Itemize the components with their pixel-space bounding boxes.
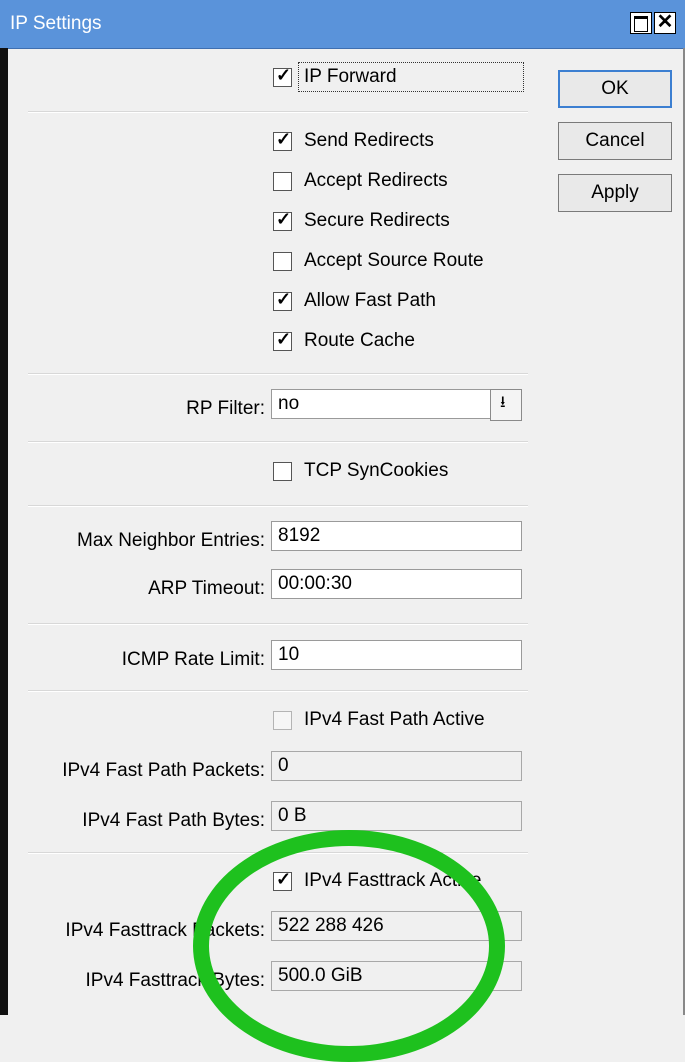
ipv4-fast-path-active-checkbox: ✓ <box>273 711 292 730</box>
tcp-syncookies-checkbox[interactable]: ✓ <box>273 462 292 481</box>
secure-redirects-checkbox[interactable]: ✓ <box>273 209 292 231</box>
close-button[interactable]: ✕ <box>654 11 676 34</box>
ipv4-fast-path-packets-value: 0 <box>271 751 522 781</box>
highlight-circle-annotation <box>193 830 505 1062</box>
cancel-button[interactable]: Cancel <box>558 122 672 160</box>
maximize-icon <box>634 16 648 32</box>
checkmark-icon: ✓ <box>276 329 292 349</box>
tcp-syncookies-label: TCP SynCookies <box>304 460 449 481</box>
arp-timeout-input[interactable]: 00:00:30 <box>271 569 522 599</box>
send-redirects-checkbox[interactable]: ✓ <box>273 129 292 151</box>
allow-fast-path-label: Allow Fast Path <box>304 290 436 311</box>
max-neighbor-entries-label: Max Neighbor Entries: <box>77 530 265 551</box>
checkmark-icon: ✓ <box>276 129 292 149</box>
apply-button[interactable]: Apply <box>558 174 672 212</box>
rp-filter-dropdown-button[interactable]: ⭳ <box>490 389 522 421</box>
checkmark-icon: ✓ <box>276 65 292 85</box>
checkmark-icon: ✓ <box>276 289 292 309</box>
rp-filter-select[interactable]: no <box>271 389 491 419</box>
checkmark-icon: ✓ <box>276 209 292 229</box>
accept-source-route-checkbox[interactable]: ✓ <box>273 252 292 271</box>
route-cache-label: Route Cache <box>304 330 415 351</box>
ip-forward-label: IP Forward <box>304 66 397 87</box>
separator <box>28 111 528 113</box>
arp-timeout-label: ARP Timeout: <box>148 578 265 599</box>
accept-redirects-checkbox[interactable]: ✓ <box>273 172 292 191</box>
ipv4-fast-path-packets-label: IPv4 Fast Path Packets: <box>62 760 265 781</box>
separator <box>28 373 528 375</box>
dropdown-arrow-icon: ⭳ <box>500 394 506 411</box>
route-cache-checkbox[interactable]: ✓ <box>273 329 292 351</box>
icmp-rate-limit-input[interactable]: 10 <box>271 640 522 670</box>
ipv4-fast-path-bytes-label: IPv4 Fast Path Bytes: <box>82 810 265 831</box>
icmp-rate-limit-label: ICMP Rate Limit: <box>121 649 265 670</box>
ipv4-fast-path-bytes-value: 0 B <box>271 801 522 831</box>
separator <box>28 505 528 507</box>
maximize-button[interactable] <box>630 12 652 34</box>
max-neighbor-entries-input[interactable]: 8192 <box>271 521 522 551</box>
separator <box>28 623 528 625</box>
accept-source-route-label: Accept Source Route <box>304 250 484 271</box>
rp-filter-label: RP Filter: <box>186 398 265 419</box>
ok-button[interactable]: OK <box>558 70 672 108</box>
window-title: IP Settings <box>10 13 102 34</box>
close-icon: ✕ <box>656 11 674 33</box>
window-left-edge <box>0 48 8 1015</box>
allow-fast-path-checkbox[interactable]: ✓ <box>273 289 292 311</box>
separator <box>28 441 528 443</box>
separator <box>28 690 528 692</box>
ipv4-fast-path-active-label: IPv4 Fast Path Active <box>304 709 485 730</box>
secure-redirects-label: Secure Redirects <box>304 210 450 231</box>
title-bar[interactable]: IP Settings ✕ <box>0 0 685 49</box>
ip-forward-checkbox[interactable]: ✓ <box>273 65 292 87</box>
accept-redirects-label: Accept Redirects <box>304 170 448 191</box>
send-redirects-label: Send Redirects <box>304 130 434 151</box>
